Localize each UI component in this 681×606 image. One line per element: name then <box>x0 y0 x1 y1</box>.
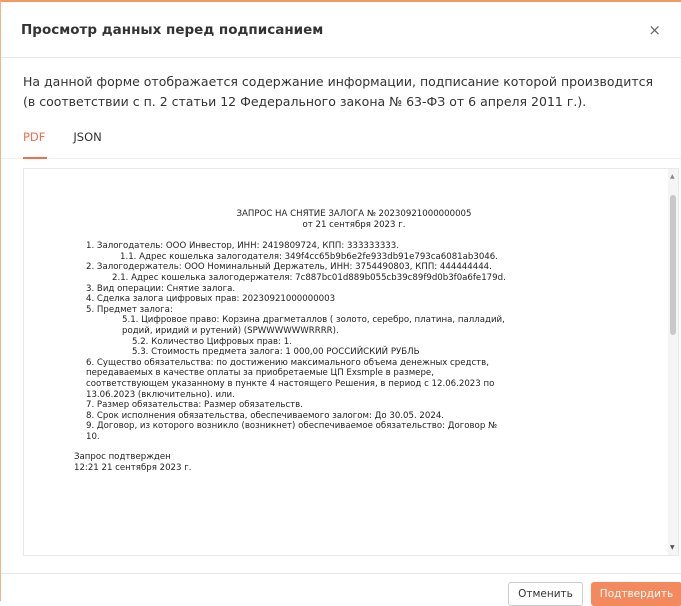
doc-line: 2.1. Адрес кошелька залогодержателя: 7c8… <box>112 272 506 283</box>
doc-line: 8. Срок исполнения обязательства, обеспе… <box>86 410 445 421</box>
doc-line: соответствующем указанному в пункте 4 на… <box>86 378 495 389</box>
scroll-up-icon[interactable]: ▲ <box>670 173 675 180</box>
doc-line: передаваемых в качестве оплаты за приобр… <box>86 368 434 379</box>
doc-line: 3. Вид операции: Снятие залога. <box>86 283 236 294</box>
doc-line: 5.1. Цифровое право: Корзина драгметалло… <box>122 315 505 326</box>
doc-line: 1. Залогодатель: ООО Инвестор, ИНН: 2419… <box>86 241 399 252</box>
modal-header: Просмотр данных перед подписанием × <box>1 2 681 58</box>
doc-line: 5. Предмет залога: <box>86 304 173 315</box>
doc-line: 5.2. Количество Цифровых прав: 1. <box>132 336 292 347</box>
doc-line: 9. Договор, из которого возникло (возник… <box>86 421 497 432</box>
format-tabs: PDF JSON <box>1 130 681 159</box>
cancel-button[interactable]: Отменить <box>508 582 583 606</box>
doc-line: 13.06.2023 (включительно). или. <box>86 389 235 400</box>
modal-title: Просмотр данных перед подписанием <box>21 21 324 38</box>
tab-pdf[interactable]: PDF <box>23 130 48 159</box>
doc-line: родий, иридий и рутений) (SPWWWWWWRRRR). <box>122 325 339 336</box>
doc-line: 6. Существо обязательства: по достижению… <box>86 357 489 368</box>
doc-line: 5.3. Стоимость предмета залога: 1 000,00… <box>132 347 420 358</box>
scroll-down-icon[interactable]: ▼ <box>670 544 675 551</box>
modal-description: На данной форме отображается содержание … <box>23 74 653 109</box>
doc-line: 2. Залогодержатель: ООО Номинальный Держ… <box>86 262 492 273</box>
doc-line: 7. Размер обязательства: Размер обязател… <box>86 400 303 411</box>
tab-json[interactable]: JSON <box>73 130 101 158</box>
modal-footer: Отменить Подтвердить <box>1 573 681 606</box>
doc-line: 4. Сделка залога цифровых прав: 20230921… <box>86 294 336 305</box>
scroll-thumb[interactable] <box>670 195 676 335</box>
doc-line: 10. <box>86 431 100 442</box>
confirmation-text: Запрос подтвержден <box>74 452 171 463</box>
pdf-viewer[interactable]: ЗАПРОС НА СНЯТИЕ ЗАЛОГА № 20230921000000… <box>23 168 679 556</box>
close-icon[interactable]: × <box>644 17 665 43</box>
document-title: ЗАПРОС НА СНЯТИЕ ЗАЛОГА № 20230921000000… <box>236 209 472 219</box>
document-date: от 21 сентября 2023 г. <box>302 219 406 230</box>
sign-preview-modal: Просмотр данных перед подписанием × На д… <box>0 0 681 606</box>
confirmation-time: 12:21 21 сентября 2023 г. <box>74 463 192 474</box>
pdf-document: ЗАПРОС НА СНЯТИЕ ЗАЛОГА № 20230921000000… <box>74 209 634 474</box>
doc-line: 1.1. Адрес кошелька залогодателя: 349f4c… <box>120 251 498 262</box>
viewer-scrollbar[interactable]: ▲ ▼ <box>668 169 678 555</box>
confirm-button[interactable]: Подтвердить <box>591 582 681 606</box>
